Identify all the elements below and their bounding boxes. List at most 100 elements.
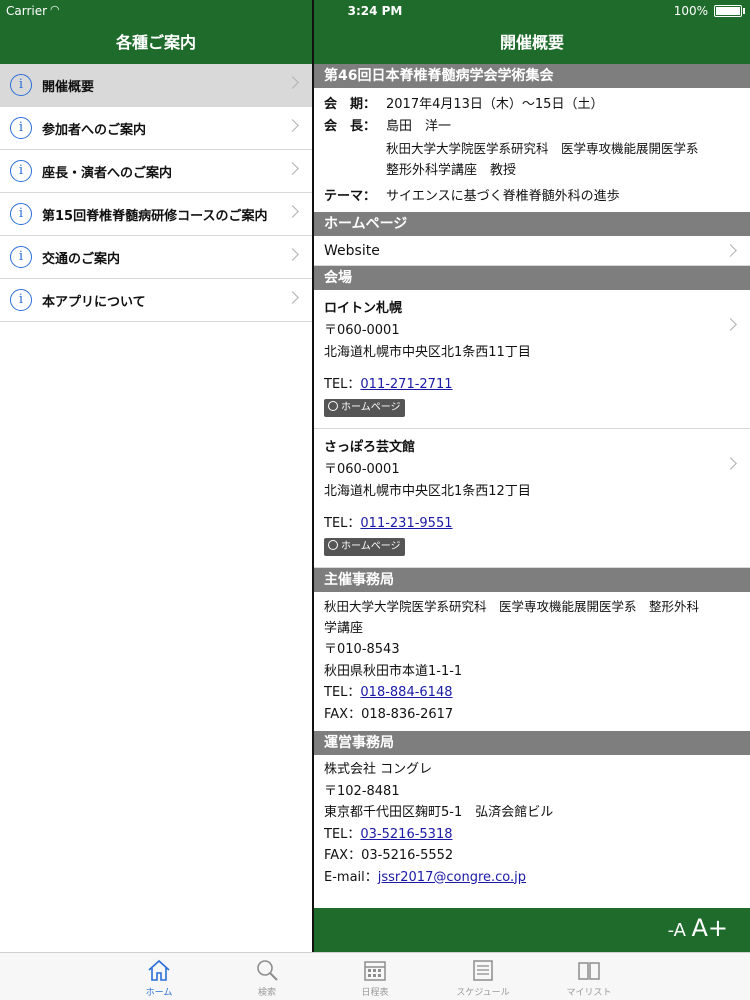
tab-label: スケジュール (456, 988, 510, 998)
tel-label: TEL： (324, 377, 361, 392)
menu-item-participants[interactable]: i 参加者へのご案内 (0, 107, 312, 150)
venue-tel-link[interactable]: 011-231-9551 (360, 516, 452, 531)
home-icon (148, 959, 170, 981)
chair-row: 会 長： 島田 洋一 秋田大学大学院医学系研究科 医学専攻機能展開医学系 整形外… (314, 116, 750, 182)
info-icon: i (10, 74, 32, 96)
info-icon: i (10, 160, 32, 182)
tab-program[interactable]: 日程表 (340, 957, 410, 998)
chair-affiliation-2: 整形外科学講座 教授 (386, 163, 517, 178)
decrease-font-button[interactable]: -A (668, 920, 686, 941)
operations-office-info: 株式会社 コングレ 〒102-8481 東京都千代田区麹町5-1 弘済会館ビル … (314, 755, 750, 894)
venue-address: 北海道札幌市中央区北1条西12丁目 (324, 484, 531, 499)
menu-item-chairs-speakers[interactable]: i 座長・演者へのご案内 (0, 150, 312, 193)
chevron-right-icon (726, 318, 736, 332)
tab-label: 検索 (257, 988, 276, 998)
host-tel-link[interactable]: 018-884-6148 (360, 685, 452, 700)
tab-label: ホーム (145, 988, 173, 998)
schedule-icon (473, 960, 493, 981)
ops-email-link[interactable]: jssr2017@congre.co.jp (378, 870, 526, 885)
tab-label: マイリスト (566, 988, 612, 998)
menu-item-about-app[interactable]: i 本アプリについて (0, 279, 312, 322)
period-row: 会 期： 2017年4月13日（木）〜15日（土） (314, 94, 750, 116)
venue-name: さっぽろ芸文館 (324, 440, 416, 455)
info-icon: i (10, 117, 32, 139)
ops-company: 株式会社 コングレ (324, 762, 433, 777)
menu-item-label: 参加者へのご案内 (42, 122, 147, 138)
host-zip: 〒010-8543 (324, 642, 400, 657)
menu-item-label: 第15回脊椎脊髄病研修コースのご案内 (42, 208, 268, 224)
host-line-1: 秋田大学大学院医学系研究科 医学専攻機能展開医学系 整形外科 (324, 599, 700, 614)
venue-item[interactable]: さっぽろ芸文館 〒060-0001 北海道札幌市中央区北1条西12丁目 TEL：… (314, 429, 750, 568)
menu-item-training-course[interactable]: i 第15回脊椎脊髄病研修コースのご案内 (0, 193, 312, 236)
info-icon: i (10, 203, 32, 225)
increase-font-button[interactable]: A+ (691, 914, 728, 942)
event-title-header: 第46回日本脊椎脊髄病学会学術集会 (314, 64, 750, 88)
venue-homepage-button[interactable]: ホームページ (324, 538, 405, 556)
detail-title: 開催概要 (314, 22, 750, 64)
tab-home[interactable]: ホーム (124, 957, 194, 998)
tel-label: TEL： (324, 685, 361, 700)
ops-address: 東京都千代田区麹町5-1 弘済会館ビル (324, 805, 554, 820)
globe-icon (328, 401, 338, 411)
venue-name: ロイトン札幌 (324, 301, 403, 316)
venue-header: 会場 (314, 266, 750, 290)
host-tel-row: TEL：018-884-6148 (324, 682, 740, 704)
tab-mylist[interactable]: マイリスト (554, 957, 624, 998)
font-size-bar: -A A+ (314, 908, 750, 952)
tab-label: 日程表 (361, 988, 389, 998)
chair-affiliation-1: 秋田大学大学院医学系研究科 医学専攻機能展開医学系 (386, 141, 699, 156)
menu-item-label: 交通のご案内 (42, 251, 121, 267)
venue-zip: 〒060-0001 (324, 462, 400, 477)
venue-item[interactable]: ロイトン札幌 〒060-0001 北海道札幌市中央区北1条西11丁目 TEL：0… (314, 290, 750, 429)
chair-name: 島田 洋一 (386, 119, 452, 134)
menu-item-label: 本アプリについて (42, 294, 146, 310)
chevron-right-icon (726, 457, 736, 471)
venue-tel-row: TEL：011-271-2711 (324, 374, 740, 396)
info-icon: i (10, 246, 32, 268)
host-office-header: 主催事務局 (314, 568, 750, 592)
status-bar: Carrier ◠ 3:24 PM 100% (0, 0, 750, 22)
tel-label: TEL： (324, 516, 361, 531)
tab-search[interactable]: 検索 (232, 957, 302, 998)
chevron-right-icon (726, 244, 736, 258)
battery-percent: 100% (673, 4, 708, 18)
event-info: 会 期： 2017年4月13日（木）〜15日（土） 会 長： 島田 洋一 秋田大… (314, 88, 750, 212)
theme-label: テーマ： (324, 189, 377, 204)
info-icon: i (10, 289, 32, 311)
chevron-right-icon (288, 162, 298, 176)
calendar-icon (364, 961, 386, 981)
venue-zip: 〒060-0001 (324, 323, 400, 338)
ops-tel-row: TEL：03-5216-5318 (324, 824, 740, 846)
venue-homepage-button[interactable]: ホームページ (324, 399, 405, 417)
tab-schedule[interactable]: スケジュール (448, 957, 518, 998)
venue-tel-link[interactable]: 011-271-2711 (360, 377, 452, 392)
theme-value: サイエンスに基づく脊椎脊髄外科の進歩 (386, 189, 620, 204)
chevron-right-icon (288, 205, 298, 219)
theme-row: テーマ： サイエンスに基づく脊椎脊髄外科の進歩 (314, 186, 750, 208)
tab-bar: ホーム 検索 日程表 スケジュール マイリスト (0, 952, 750, 1000)
website-label: Website (324, 243, 380, 259)
chevron-right-icon (288, 119, 298, 133)
globe-icon (328, 540, 338, 550)
venue-tel-row: TEL：011-231-9551 (324, 513, 740, 535)
tel-label: TEL： (324, 826, 361, 842)
period-label: 会 期： (324, 97, 377, 112)
menu-item-label: 座長・演者へのご案内 (42, 165, 173, 181)
website-row[interactable]: Website (314, 236, 750, 266)
detail-pane[interactable]: 開催概要 第46回日本脊椎脊髄病学会学術集会 会 期： 2017年4月13日（木… (314, 22, 750, 952)
ops-zip: 〒102-8481 (324, 783, 400, 799)
host-fax: FAX：018-836-2617 (324, 706, 454, 722)
email-label: E-mail： (324, 869, 378, 885)
ops-fax: FAX：03-5216-5552 (324, 848, 454, 863)
search-icon (257, 960, 278, 981)
ops-email-row: E-mail：jssr2017@congre.co.jp (324, 867, 740, 889)
homepage-button-label: ホームページ (341, 402, 401, 413)
battery-cap (743, 8, 745, 14)
period-value: 2017年4月13日（木）〜15日（土） (386, 97, 604, 112)
menu-item-overview[interactable]: i 開催概要 (0, 64, 312, 107)
host-line-2: 学講座 (324, 620, 364, 636)
host-address: 秋田県秋田市本道1-1-1 (324, 663, 463, 679)
menu-item-access[interactable]: i 交通のご案内 (0, 236, 312, 279)
homepage-button-label: ホームページ (341, 541, 401, 552)
ops-tel-link[interactable]: 03-5216-5318 (360, 827, 452, 842)
